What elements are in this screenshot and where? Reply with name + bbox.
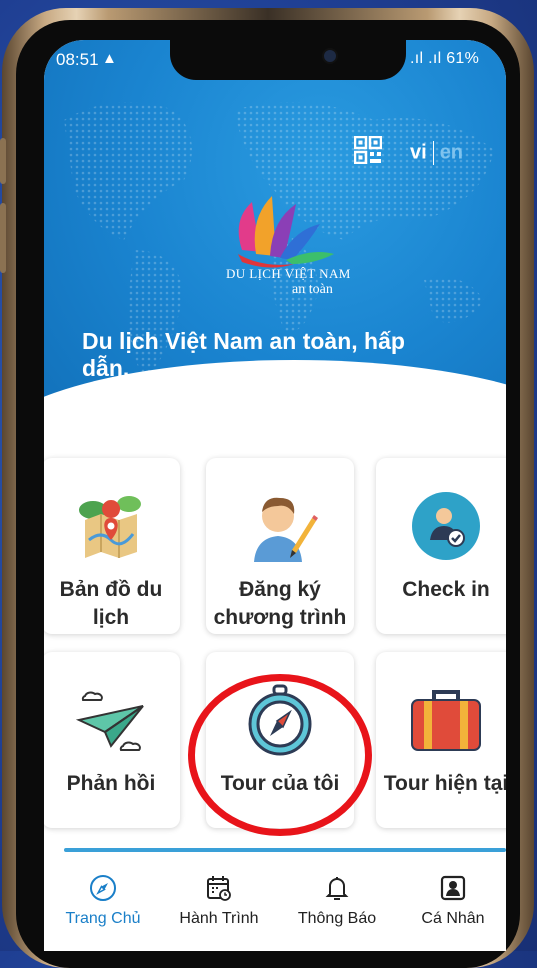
status-time: 08:51: [56, 50, 99, 69]
checkin-icon: [412, 492, 480, 560]
volume-up-button: [0, 203, 6, 273]
calendar-icon: [207, 876, 231, 901]
map-icon: [79, 496, 141, 558]
profile-icon: [440, 875, 466, 901]
nav-profile[interactable]: Cá Nhân: [398, 870, 506, 928]
nav-home[interactable]: Trang Chủ: [48, 870, 158, 928]
lang-en[interactable]: en: [440, 141, 463, 163]
warning-icon: ▲: [102, 50, 117, 67]
lang-vi[interactable]: vi: [410, 141, 427, 163]
annotation-circle: [188, 674, 372, 836]
compass-nav-icon: [90, 875, 116, 901]
register-icon: [254, 497, 318, 562]
slogan: Du lịch Việt Nam an toàn, hấp dẫn. Hãy c…: [82, 328, 462, 409]
nav-label: Cá Nhân: [421, 910, 485, 927]
nav-label: Trang Chủ: [65, 910, 141, 927]
qr-code-icon[interactable]: [354, 136, 382, 164]
tile-label: Đăng ký chương trình: [213, 578, 347, 629]
slogan-line: Hãy cùng trải nghiệm!: [82, 382, 324, 408]
tile-label: Bản đồ du lịch: [59, 578, 163, 629]
tile-travel-map[interactable]: Bản đồ du lịch: [44, 458, 180, 634]
tile-current-tour[interactable]: Tour hiện tại: [376, 652, 506, 828]
bell-icon: [325, 877, 349, 900]
mute-switch: [0, 138, 6, 184]
paper-plane-icon: [75, 691, 144, 751]
nav-itinerary[interactable]: Hành Trình: [164, 870, 274, 928]
nav-notifications[interactable]: Thông Báo: [282, 870, 392, 928]
suitcase-icon: [411, 690, 481, 751]
phone-notch: [170, 40, 406, 80]
front-camera: [322, 48, 338, 64]
logo-text-sub: an toàn: [292, 282, 333, 297]
signal-icon: .ıl .ıl: [410, 50, 442, 67]
tile-register-program[interactable]: Đăng ký chương trình: [206, 458, 354, 634]
battery-level: 61%: [446, 50, 480, 67]
language-switcher: vi en: [410, 141, 463, 165]
slogan-line: Du lịch Việt Nam an toàn, hấp: [82, 328, 405, 354]
tile-label: Tour hiện tại: [383, 772, 506, 795]
bottom-navigation: Trang Chủ Hành Trình Thông Báo Cá Nhân: [44, 852, 506, 951]
nav-label: Thông Báo: [297, 910, 377, 927]
tile-label: Check in: [402, 578, 490, 601]
tile-label: Phản hồi: [66, 772, 156, 795]
tile-check-in[interactable]: Check in: [376, 458, 506, 634]
slogan-line: dẫn.: [82, 355, 130, 381]
logo-text-main: DU LỊCH VIỆT NAM: [226, 266, 351, 281]
status-signal-battery: .ıl .ıl 61%: [410, 50, 479, 68]
nav-label: Hành Trình: [179, 910, 259, 927]
hero-banner: 08:51 ▲ .ıl .ıl 61% vi en DU LỊCH VIỆT N…: [44, 40, 506, 540]
tile-feedback[interactable]: Phản hồi: [44, 652, 180, 828]
